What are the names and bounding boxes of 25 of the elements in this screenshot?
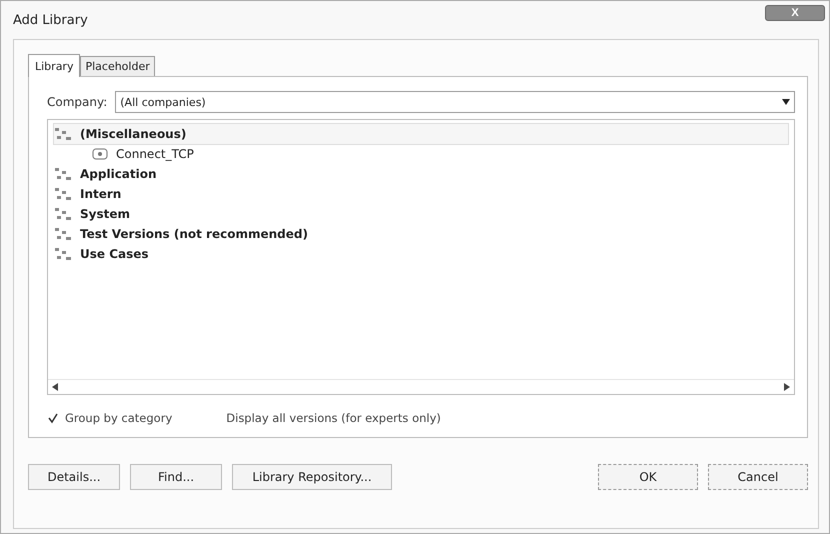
tree-item[interactable]: Application: [54, 164, 788, 184]
checkmark-icon: [47, 412, 59, 424]
dialog-button[interactable]: Details...: [28, 464, 120, 490]
tree-item[interactable]: Test Versions (not recommended): [54, 224, 788, 244]
horizontal-scrollbar[interactable]: [48, 379, 794, 394]
company-label: Company:: [47, 95, 108, 109]
scroll-right-icon[interactable]: [784, 383, 790, 391]
dialog-button[interactable]: Cancel: [708, 464, 808, 490]
checkbox-option[interactable]: Display all versions (for experts only): [208, 411, 441, 425]
window-title: Add Library: [13, 12, 88, 28]
tab[interactable]: Placeholder: [80, 56, 155, 76]
tab[interactable]: Library: [28, 54, 80, 77]
tree-item[interactable]: System: [54, 204, 788, 224]
tree-item[interactable]: Connect_TCP: [54, 144, 788, 164]
scroll-left-icon[interactable]: [52, 383, 58, 391]
tree-item[interactable]: Intern: [54, 184, 788, 204]
caret-icon: [782, 99, 790, 105]
dialog-button[interactable]: OK: [598, 464, 698, 490]
dialog-button[interactable]: Find...: [130, 464, 222, 490]
tree-item[interactable]: (Miscellaneous): [54, 124, 788, 144]
company-dropdown[interactable]: (All companies): [115, 91, 795, 113]
tree-item[interactable]: Use Cases: [54, 244, 788, 264]
dialog-button[interactable]: Library Repository...: [232, 464, 392, 490]
library-icon: [90, 146, 110, 162]
checkbox-option[interactable]: Group by category: [47, 411, 172, 425]
